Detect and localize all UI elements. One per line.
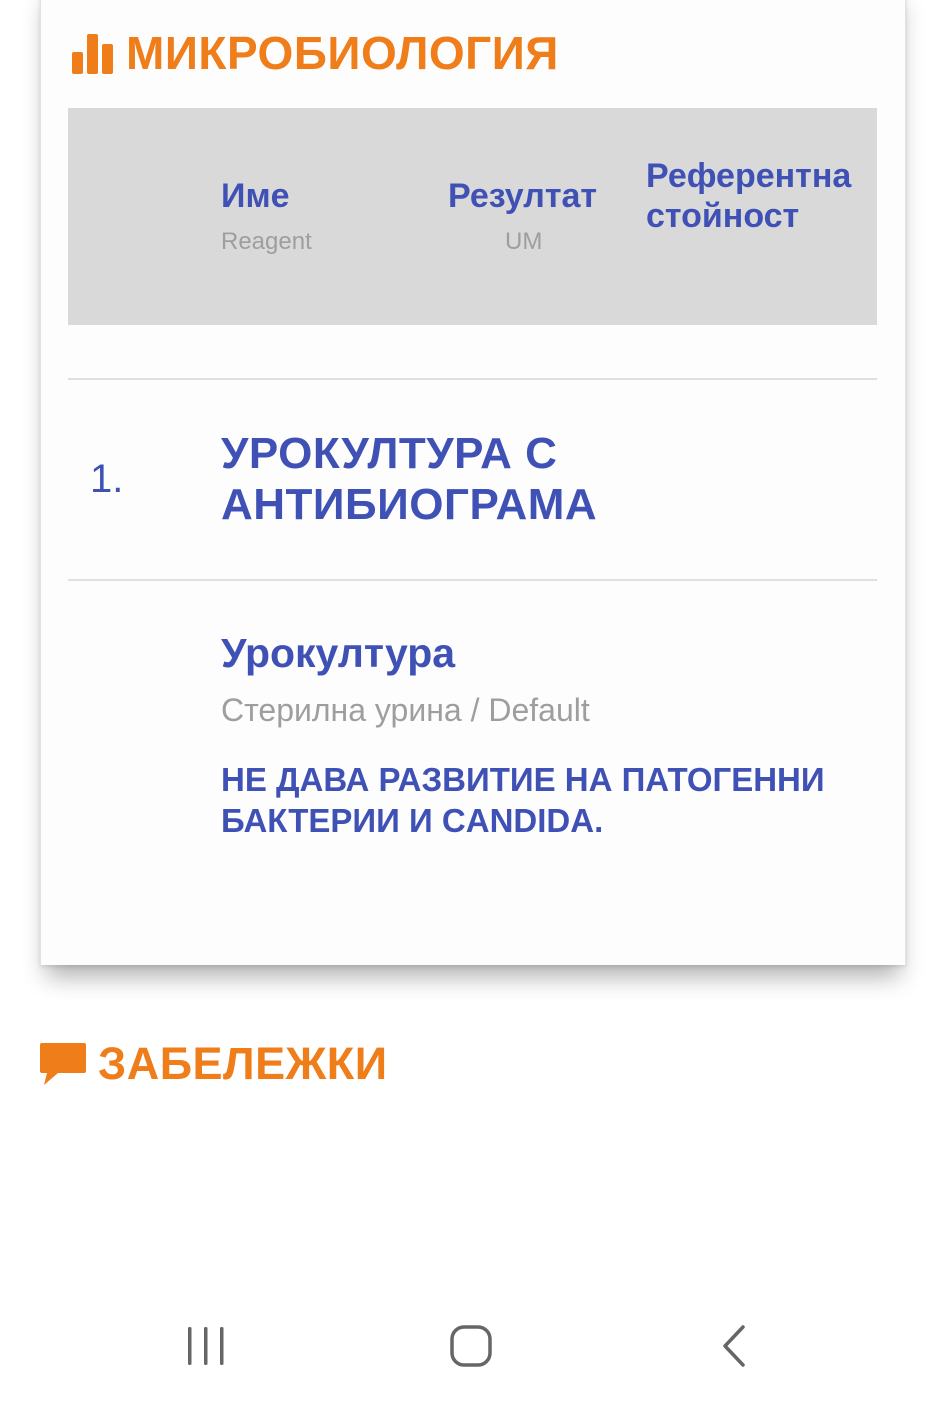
recent-apps-button[interactable]: [171, 1316, 241, 1376]
microbiology-title-text: МИКРОБИОЛОГИЯ: [126, 27, 559, 79]
bar-chart-icon: [72, 34, 113, 74]
test-name: Урокултура: [221, 630, 456, 676]
test-result-line1: НЕ ДАВА РАЗВИТИЕ НА ПАТОГЕННИ: [221, 761, 825, 798]
column-subheader-unit: UM: [505, 228, 543, 255]
group-title[interactable]: УРОКУЛТУРА С АНТИБИОГРАМА: [221, 428, 861, 530]
column-header-name: Име: [221, 177, 290, 215]
test-material: Стерилна урина / Default: [221, 692, 590, 728]
home-icon: [450, 1325, 492, 1367]
test-result-line2: БАКТЕРИИ И CANDIDA.: [221, 802, 604, 839]
results-table-header: Име Reagent Резултат UM Референтна стойн…: [68, 108, 877, 325]
group-title-line1: УРОКУЛТУРА С: [221, 429, 558, 478]
column-header-reference-line1: Референтна: [646, 157, 852, 195]
notes-section-title: ЗАБЕЛЕЖКИ: [38, 1036, 388, 1092]
column-header-result: Резултат: [448, 177, 598, 215]
recent-apps-icon: [188, 1327, 224, 1365]
back-button[interactable]: [700, 1316, 770, 1376]
notes-title-text: ЗАБЕЛЕЖКИ: [98, 1038, 388, 1089]
column-header-reference: Референтна стойност: [646, 156, 851, 236]
group-title-line2: АНТИБИОГРАМА: [221, 480, 598, 529]
group-number: 1.: [90, 457, 124, 501]
column-header-reference-line2: стойност: [646, 197, 800, 235]
home-button[interactable]: [436, 1316, 506, 1376]
row-divider: [68, 378, 877, 380]
comment-icon: [40, 1043, 86, 1085]
row-divider: [68, 579, 877, 581]
back-icon: [723, 1325, 745, 1367]
test-result: НЕ ДАВА РАЗВИТИЕ НА ПАТОГЕННИ БАКТЕРИИ И…: [221, 759, 871, 841]
column-subheader-reagent: Reagent: [221, 228, 312, 255]
system-navigation-bar: [0, 1290, 945, 1400]
microbiology-section-title: МИКРОБИОЛОГИЯ: [70, 26, 559, 80]
results-page: МИКРОБИОЛОГИЯ Име Reagent Резултат UM Ре…: [0, 0, 945, 1404]
